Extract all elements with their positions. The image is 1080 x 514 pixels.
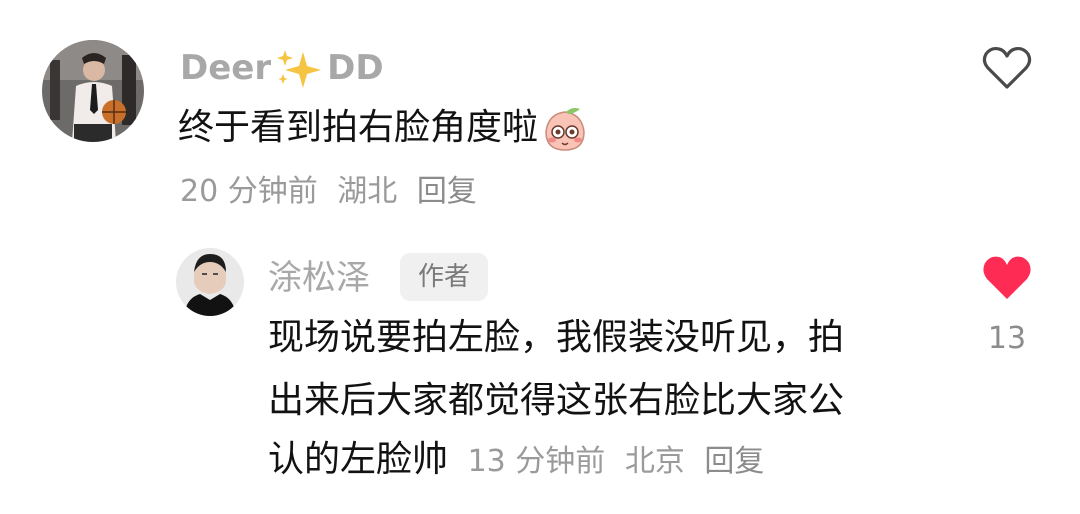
username-prefix: Deer [180, 48, 272, 88]
comment-time: 20 分钟前 [180, 174, 318, 209]
heart-filled-icon[interactable] [982, 255, 1032, 301]
reply-text-line: 现场说要拍左脸，我假装没听见，拍 [268, 317, 845, 358]
peach-emoji-icon [545, 108, 585, 151]
reply-meta: 13 分钟前 北京 回复 [458, 444, 774, 479]
reply-button[interactable]: 回复 [417, 174, 477, 209]
comment-body[interactable]: 终于看到拍右脸角度啦 [178, 106, 588, 152]
reply-time: 13 分钟前 [467, 444, 606, 479]
username[interactable]: Deer DD [180, 48, 384, 88]
reply-avatar[interactable] [176, 248, 244, 316]
reply-location: 北京 [624, 444, 685, 479]
reply-text-line: 出来后大家都觉得这张右脸比大家公 [268, 380, 845, 421]
sparkles-icon [277, 50, 322, 88]
comment-text: 终于看到拍右脸角度啦 [178, 107, 539, 148]
avatar[interactable] [42, 40, 144, 142]
avatar-photo [42, 40, 144, 142]
avatar-photo [176, 248, 244, 316]
like-count: 13 [987, 321, 1027, 356]
comment-thread: Deer DD 终于看到拍右脸角度啦 20 分钟前 湖北 回复 涂松泽 作者 现… [0, 0, 1080, 514]
username-suffix: DD [327, 48, 384, 88]
comment-meta: 20 分钟前 湖北 回复 [180, 172, 487, 212]
reply-text-line: 认的左脸帅 [268, 439, 449, 480]
reply-username[interactable]: 涂松泽 [268, 258, 370, 298]
comment-location: 湖北 [337, 174, 398, 209]
reply-text-last-line: 认的左脸帅 13 分钟前 北京 回复 [268, 438, 774, 484]
author-badge: 作者 [400, 253, 488, 301]
heart-outline-icon[interactable] [982, 45, 1032, 91]
reply-button[interactable]: 回复 [704, 444, 764, 479]
